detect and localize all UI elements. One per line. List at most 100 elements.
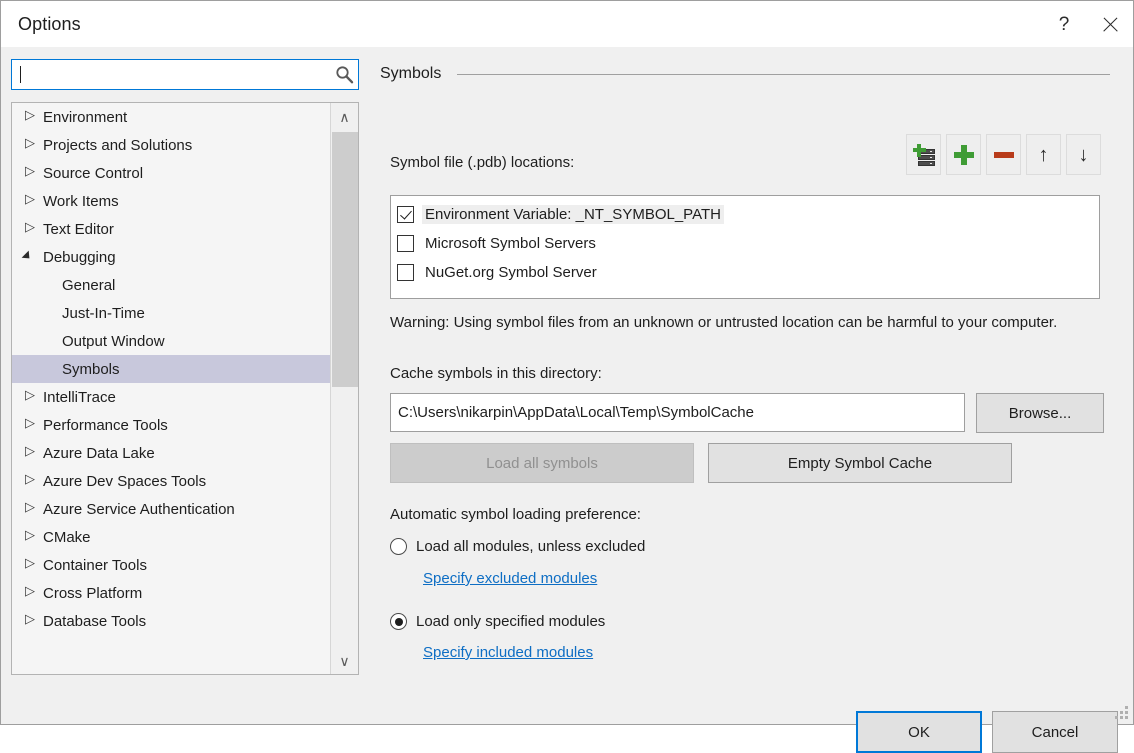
tree-item-label: CMake xyxy=(43,529,91,546)
radio-load-all-modules[interactable]: Load all modules, unless excluded xyxy=(390,538,645,555)
tree-item-environment[interactable]: Environment xyxy=(12,103,330,131)
load-all-symbols-button: Load all symbols xyxy=(390,443,694,483)
window-title: Options xyxy=(18,14,81,35)
move-up-button[interactable]: ↑ xyxy=(1026,134,1061,175)
chevron-right-icon[interactable] xyxy=(25,560,43,570)
checkbox-environment-variable[interactable] xyxy=(397,206,414,223)
add-location-button[interactable] xyxy=(946,134,981,175)
chevron-right-icon[interactable] xyxy=(25,224,43,234)
chevron-right-icon[interactable] xyxy=(25,168,43,178)
tree-item-just-in-time[interactable]: Just-In-Time xyxy=(12,299,330,327)
tree-item-azure-service-authentication[interactable]: Azure Service Authentication xyxy=(12,495,330,523)
checkbox-microsoft-symbol-servers[interactable] xyxy=(397,235,414,252)
scroll-up-button[interactable]: ∧ xyxy=(331,103,358,130)
tree-item-cross-platform[interactable]: Cross Platform xyxy=(12,579,330,607)
cancel-button[interactable]: Cancel xyxy=(992,711,1118,753)
cache-directory-input[interactable]: C:\Users\nikarpin\AppData\Local\Temp\Sym… xyxy=(390,393,965,432)
tree-item-label: Cross Platform xyxy=(43,585,142,602)
chevron-right-icon[interactable] xyxy=(25,392,43,402)
tree-item-azure-dev-spaces-tools[interactable]: Azure Dev Spaces Tools xyxy=(12,467,330,495)
list-item-label: Microsoft Symbol Servers xyxy=(422,234,599,253)
radio-button-icon[interactable] xyxy=(390,538,407,555)
ok-button[interactable]: OK xyxy=(856,711,982,753)
checkbox-nuget-symbol-server[interactable] xyxy=(397,264,414,281)
symbol-locations-label: Symbol file (.pdb) locations: xyxy=(390,154,574,171)
chevron-down-icon: ∨ xyxy=(339,654,349,668)
chevron-right-icon[interactable] xyxy=(25,532,43,542)
tree-item-projects-and-solutions[interactable]: Projects and Solutions xyxy=(12,131,330,159)
tree-item-label: Database Tools xyxy=(43,613,146,630)
options-dialog: Options ? Environme xyxy=(0,0,1134,725)
specify-excluded-modules-link[interactable]: Specify excluded modules xyxy=(423,570,597,587)
auto-loading-preference-label: Automatic symbol loading preference: xyxy=(390,506,641,523)
chevron-right-icon[interactable] xyxy=(25,112,43,122)
tree-item-database-tools[interactable]: Database Tools xyxy=(12,607,330,635)
close-button[interactable] xyxy=(1087,1,1133,47)
scrollbar-thumb[interactable] xyxy=(332,132,358,387)
tree-item-label: Azure Data Lake xyxy=(43,445,155,462)
chevron-right-icon[interactable] xyxy=(25,588,43,598)
text-caret xyxy=(20,66,21,83)
cache-directory-label: Cache symbols in this directory: xyxy=(390,365,602,382)
tree-item-general[interactable]: General xyxy=(12,271,330,299)
radio-load-only-specified-modules[interactable]: Load only specified modules xyxy=(390,613,605,630)
tree-scrollbar[interactable]: ∧ ∨ xyxy=(330,103,358,674)
chevron-right-icon[interactable] xyxy=(25,196,43,206)
tree-item-label: Text Editor xyxy=(43,221,114,238)
tree-item-label: Symbols xyxy=(62,361,120,378)
tree-item-text-editor[interactable]: Text Editor xyxy=(12,215,330,243)
minus-icon xyxy=(994,152,1014,158)
chevron-right-icon[interactable] xyxy=(25,448,43,458)
tree-item-symbols[interactable]: Symbols xyxy=(12,355,330,383)
tree-item-intellitrace[interactable]: IntelliTrace xyxy=(12,383,330,411)
tree-item-label: Projects and Solutions xyxy=(43,137,192,154)
tree-item-output-window[interactable]: Output Window xyxy=(12,327,330,355)
page-title: Symbols xyxy=(380,65,441,83)
tree-item-source-control[interactable]: Source Control xyxy=(12,159,330,187)
search-icon[interactable] xyxy=(330,60,358,89)
empty-symbol-cache-button[interactable]: Empty Symbol Cache xyxy=(708,443,1012,483)
chevron-right-icon[interactable] xyxy=(25,476,43,486)
chevron-down-icon[interactable] xyxy=(25,252,43,262)
title-bar: Options ? xyxy=(1,1,1133,47)
tree-item-azure-data-lake[interactable]: Azure Data Lake xyxy=(12,439,330,467)
search-box[interactable] xyxy=(11,59,359,90)
radio-label: Load only specified modules xyxy=(416,613,605,630)
tree-item-label: Performance Tools xyxy=(43,417,168,434)
chevron-up-icon: ∧ xyxy=(339,110,349,124)
tree-item-label: Azure Dev Spaces Tools xyxy=(43,473,206,490)
specify-included-modules-link[interactable]: Specify included modules xyxy=(423,644,593,661)
tree-item-cmake[interactable]: CMake xyxy=(12,523,330,551)
list-item[interactable]: NuGet.org Symbol Server xyxy=(391,258,1099,287)
warning-message: Warning: Using symbol files from an unkn… xyxy=(390,311,1080,334)
arrow-down-icon: ↓ xyxy=(1079,145,1089,165)
server-add-icon xyxy=(913,144,935,166)
remove-location-button[interactable] xyxy=(986,134,1021,175)
list-item[interactable]: Microsoft Symbol Servers xyxy=(391,229,1099,258)
browse-button[interactable]: Browse... xyxy=(976,393,1104,433)
tree-item-performance-tools[interactable]: Performance Tools xyxy=(12,411,330,439)
scroll-down-button[interactable]: ∨ xyxy=(331,647,358,674)
list-item[interactable]: Environment Variable: _NT_SYMBOL_PATH xyxy=(391,200,1099,229)
help-button[interactable]: ? xyxy=(1041,1,1087,47)
options-category-tree[interactable]: Environment Projects and Solutions Sourc… xyxy=(11,102,359,675)
radio-label: Load all modules, unless excluded xyxy=(416,538,645,555)
tree-item-label: Source Control xyxy=(43,165,143,182)
chevron-right-icon[interactable] xyxy=(25,420,43,430)
tree-item-work-items[interactable]: Work Items xyxy=(12,187,330,215)
chevron-right-icon[interactable] xyxy=(25,616,43,626)
chevron-right-icon[interactable] xyxy=(25,504,43,514)
list-item-label: Environment Variable: _NT_SYMBOL_PATH xyxy=(422,205,724,224)
tree-item-container-tools[interactable]: Container Tools xyxy=(12,551,330,579)
symbol-locations-list[interactable]: Environment Variable: _NT_SYMBOL_PATH Mi… xyxy=(390,195,1100,299)
tree-item-debugging[interactable]: Debugging xyxy=(12,243,330,271)
new-symbol-server-location-button[interactable] xyxy=(906,134,941,175)
symbols-settings-pane: Symbols Symbol file (.pdb) locations: xyxy=(372,47,1117,724)
resize-grip[interactable] xyxy=(1115,706,1129,720)
chevron-right-icon[interactable] xyxy=(25,140,43,150)
tree-item-label: Azure Service Authentication xyxy=(43,501,235,518)
pane-header: Symbols xyxy=(380,65,1110,83)
move-down-button[interactable]: ↓ xyxy=(1066,134,1101,175)
radio-button-icon[interactable] xyxy=(390,613,407,630)
tree-item-label: IntelliTrace xyxy=(43,389,116,406)
